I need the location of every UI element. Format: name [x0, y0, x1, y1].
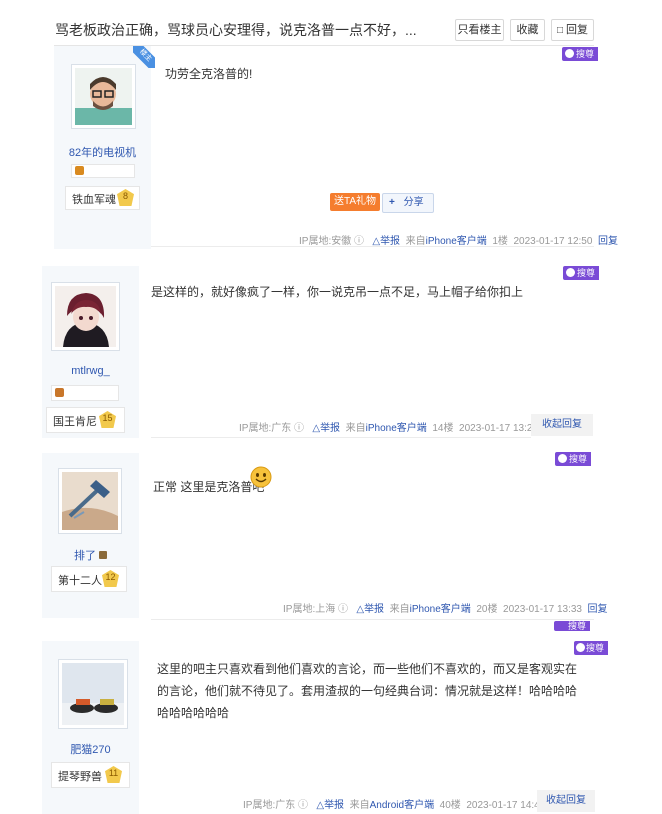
- smile-emoji-icon: [250, 466, 272, 488]
- paw-icon: [565, 49, 574, 58]
- from-prefix: 来自: [345, 423, 366, 434]
- avatar-image: [75, 68, 132, 125]
- level-name: 铁血军魂: [72, 194, 116, 206]
- avatar[interactable]: [58, 659, 128, 729]
- thread-title: 骂老板政治正确，骂球员心安理得，说克洛普一点不好，...: [55, 22, 417, 38]
- client-link[interactable]: iPhone客户端: [366, 423, 427, 434]
- jubao-badge[interactable]: 搜尊: [555, 452, 592, 466]
- jubao-badge-label: 搜尊: [568, 621, 587, 631]
- floor-number: 20楼: [476, 604, 498, 615]
- warning-icon: △: [316, 800, 325, 811]
- collapse-reply-button[interactable]: 收起回复: [537, 790, 595, 812]
- medal-icon: [55, 388, 64, 397]
- level-number: 12: [105, 572, 116, 582]
- jubao-badge-partial[interactable]: 搜尊: [574, 641, 609, 655]
- share-label: 分享: [403, 197, 424, 208]
- collapse-reply-button[interactable]: 收起回复: [531, 414, 593, 436]
- op-corner-badge: 楼主: [133, 46, 155, 68]
- comment-icon: □: [556, 25, 563, 36]
- post-content: 功劳全克洛普的!: [165, 67, 253, 81]
- level-name: 第十二人: [58, 575, 102, 587]
- jubao-badge[interactable]: 搜尊: [554, 621, 591, 631]
- vip-icon: [99, 551, 108, 559]
- from-prefix: 来自: [349, 800, 370, 811]
- level-box[interactable]: 铁血军魂 8: [65, 186, 140, 210]
- report-link[interactable]: 举报: [364, 604, 384, 615]
- jubao-badge-label: 搜尊: [569, 454, 588, 464]
- report-link[interactable]: 举报: [324, 800, 344, 811]
- level-box[interactable]: 提琴野兽 11: [51, 762, 130, 788]
- post-time: 2023-01-17 14:49: [466, 800, 546, 811]
- post-content: 是这样的，就好像疯了一样，你一说克吊一点不足，马上帽子给你扣上: [151, 285, 524, 299]
- floor-number: 40楼: [439, 800, 461, 811]
- jubao-badge-label: 搜尊: [576, 49, 595, 59]
- level-name: 提琴野兽: [58, 771, 102, 783]
- reply-button-label: 回复: [566, 24, 589, 36]
- paw-icon: [558, 454, 567, 463]
- post-divider: [151, 437, 531, 438]
- only-op-button[interactable]: 只看楼主: [455, 19, 504, 41]
- avatar[interactable]: [51, 282, 120, 351]
- ip-prefix: IP属地:: [239, 423, 272, 434]
- help-icon: ⓘ: [338, 604, 349, 615]
- avatar-image: [62, 663, 124, 725]
- level-name: 国王肯尼: [53, 416, 97, 428]
- reply-button[interactable]: □ 回复: [551, 19, 594, 41]
- ip-prefix: IP属地:: [283, 604, 316, 615]
- paw-icon: [566, 268, 575, 277]
- avatar[interactable]: [58, 468, 122, 534]
- warning-icon: △: [312, 423, 321, 434]
- client-link[interactable]: Android客户端: [370, 800, 434, 811]
- post-tail: IP属地:安徽 ⓘ △举报 来自iPhone客户端 1楼 2023-01-17 …: [299, 232, 618, 247]
- floor-number: 14楼: [432, 423, 454, 434]
- jubao-badge-label: 搜尊: [586, 643, 605, 653]
- favorite-button[interactable]: 收藏: [510, 19, 545, 41]
- help-icon: ⓘ: [298, 800, 309, 811]
- warning-icon: △: [356, 604, 365, 615]
- avatar-image: [62, 472, 118, 530]
- plus-icon: +: [389, 197, 395, 208]
- medal-box: [71, 164, 135, 178]
- username[interactable]: 82年的电视机: [54, 144, 151, 160]
- op-badge-label: 楼主: [133, 46, 155, 68]
- avatar-image: [55, 286, 116, 347]
- report-link[interactable]: 举报: [320, 423, 340, 434]
- username-text: 排了: [73, 550, 96, 562]
- level-number: 15: [102, 413, 113, 423]
- client-link[interactable]: iPhone客户端: [410, 604, 471, 615]
- level-number: 8: [122, 191, 128, 201]
- level-number: 11: [108, 768, 119, 778]
- reply-link[interactable]: 回复: [588, 604, 608, 615]
- ip-prefix: IP属地:: [243, 800, 276, 811]
- username[interactable]: 肥猫270: [42, 741, 139, 757]
- ip-location: 广东: [275, 800, 296, 811]
- jubao-badge[interactable]: 搜尊: [562, 47, 599, 61]
- level-box[interactable]: 第十二人 12: [51, 566, 127, 592]
- jubao-badge-label: 搜尊: [577, 268, 596, 278]
- jubao-badge[interactable]: 搜尊: [563, 266, 600, 280]
- post-divider: [151, 619, 594, 620]
- username[interactable]: mtlrwg_: [42, 365, 139, 377]
- medal-icon: [75, 166, 84, 175]
- post-content: 这里的吧主只喜欢看到他们喜欢的言论，而一些他们不喜欢的，而又是客观实在的言论，他…: [157, 662, 578, 720]
- post-time: 2023-01-17 13:20: [459, 423, 538, 434]
- ip-location: 广东: [271, 423, 292, 434]
- level-box[interactable]: 国王肯尼 15: [46, 407, 125, 433]
- post-tail: IP属地:广东 ⓘ △举报 来自Android客户端 40楼 2023-01-1…: [243, 796, 545, 811]
- gift-button[interactable]: 送TA礼物: [330, 193, 380, 211]
- post-time: 2023-01-17 13:33: [503, 604, 582, 615]
- post-tail: IP属地:广东 ⓘ △举报 来自iPhone客户端 14楼 2023-01-17…: [239, 419, 538, 434]
- medal-box: [51, 385, 119, 401]
- paw-icon: [576, 643, 585, 652]
- ip-location: 上海: [315, 604, 336, 615]
- from-prefix: 来自: [389, 604, 410, 615]
- username[interactable]: 排了: [42, 547, 139, 563]
- post-content: 正常 这里是克洛普吧: [153, 480, 265, 494]
- reply-link[interactable]: 回复: [598, 236, 618, 247]
- avatar[interactable]: [71, 64, 136, 129]
- help-icon: ⓘ: [294, 423, 305, 434]
- share-button[interactable]: + 分享: [382, 193, 434, 213]
- post-divider: [151, 246, 594, 247]
- post-tail: IP属地:上海 ⓘ △举报 来自iPhone客户端 20楼 2023-01-17…: [283, 600, 608, 615]
